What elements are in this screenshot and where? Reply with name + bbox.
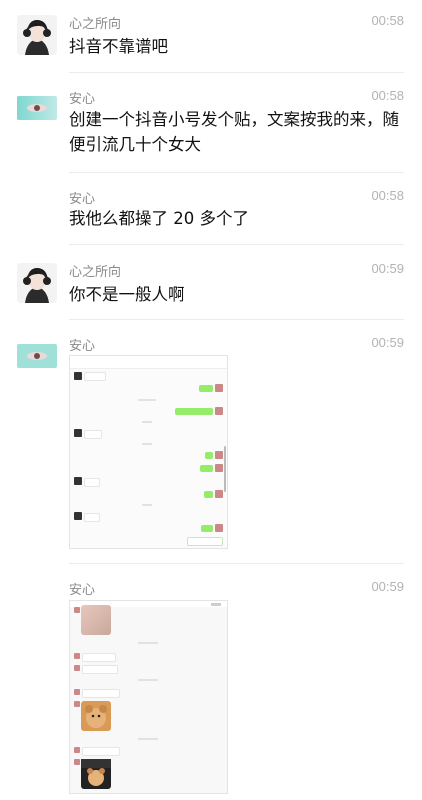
image-attachment[interactable] [69, 355, 228, 549]
message-text[interactable]: 创建一个抖音小号发个贴，文案按我的来，随便引流几十个女大 [69, 107, 402, 157]
message-time: 00:59 [371, 579, 404, 594]
divider [69, 563, 404, 564]
user-avatar[interactable] [17, 344, 57, 368]
message-time: 00:59 [371, 335, 404, 350]
message-time: 00:59 [371, 261, 404, 276]
sender-name: 安心 [69, 583, 96, 598]
message-time: 00:58 [371, 88, 404, 103]
image-attachment[interactable] [69, 600, 228, 794]
sender-name: 心之所向 [69, 265, 122, 280]
divider [69, 172, 404, 173]
sender-name: 安心 [69, 192, 96, 207]
message-text[interactable]: 抖音不靠谱吧 [69, 34, 402, 59]
message-text[interactable]: 你不是一般人啊 [69, 282, 402, 307]
user-avatar[interactable] [17, 263, 57, 303]
message-time: 00:58 [371, 188, 404, 203]
sender-name: 安心 [69, 339, 96, 354]
sender-name: 心之所向 [69, 17, 122, 32]
divider [69, 72, 404, 73]
divider [69, 319, 404, 320]
divider [69, 244, 404, 245]
message-time: 00:58 [371, 13, 404, 28]
sender-name: 安心 [69, 92, 96, 107]
user-avatar[interactable] [17, 15, 57, 55]
user-avatar[interactable] [17, 96, 57, 120]
message-text[interactable]: 我他么都操了 20 多个了 [69, 206, 402, 231]
